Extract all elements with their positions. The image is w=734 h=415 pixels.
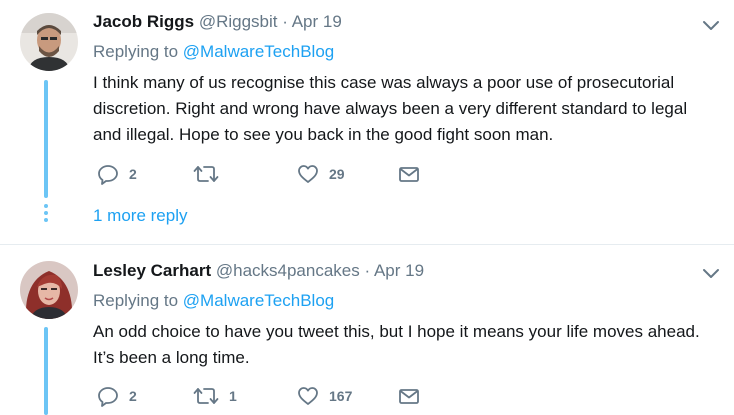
author-name[interactable]: Lesley Carhart [93, 261, 211, 280]
tweet-text-line: An odd choice to have you tweet this, bu… [93, 322, 700, 341]
tweet-date[interactable]: Apr 19 [374, 261, 424, 280]
tweet-text-line: I think many of us recognise this case w… [93, 73, 675, 92]
tweet-actions: 2 1 167 [97, 384, 437, 408]
like-button[interactable]: 167 [297, 384, 352, 408]
more-replies-link[interactable]: 1 more reply [93, 206, 187, 226]
thread-connector [44, 80, 48, 198]
tweet-text-line: It’s been a long time. [93, 348, 250, 367]
retweet-button[interactable]: 1 [193, 384, 237, 408]
avatar-image-lesley-carhart [20, 261, 78, 319]
direct-message-button[interactable] [398, 384, 420, 408]
replying-to-label: Replying to [93, 42, 179, 61]
avatar[interactable] [20, 13, 78, 71]
replying-to-link[interactable]: @MalwareTechBlog [183, 291, 334, 310]
envelope-icon [399, 389, 419, 404]
chevron-down-icon[interactable] [701, 17, 721, 33]
reply-icon [98, 165, 118, 185]
reply-button[interactable]: 2 [97, 384, 137, 408]
like-button[interactable]: 29 [297, 162, 345, 186]
avatar-image-jacob-riggs [20, 13, 78, 71]
replying-to: Replying to @MalwareTechBlog [93, 42, 334, 62]
tweet-text-line: and illegal. Hope to see you back in the… [93, 125, 554, 144]
tweet-jacob-riggs[interactable]: Jacob Riggs @Riggsbit · Apr 19 Replying … [0, 0, 734, 244]
heart-icon [298, 165, 318, 183]
replying-to-label: Replying to [93, 291, 179, 310]
tweet-header: Jacob Riggs @Riggsbit · Apr 19 [93, 12, 342, 32]
replying-to: Replying to @MalwareTechBlog [93, 291, 334, 311]
separator: · [282, 12, 288, 31]
thread-dots [44, 204, 48, 225]
like-count: 167 [329, 388, 353, 404]
tweet-header: Lesley Carhart @hacks4pancakes · Apr 19 [93, 261, 424, 281]
thread-connector [44, 327, 48, 415]
retweet-icon [193, 388, 219, 404]
reply-count: 2 [129, 388, 137, 404]
retweet-icon [193, 166, 219, 182]
tweet-date[interactable]: Apr 19 [292, 12, 342, 31]
tweet-text-line: discretion. Right and wrong have always … [93, 99, 688, 118]
separator: · [364, 261, 371, 280]
author-handle[interactable]: @hacks4pancakes [216, 261, 360, 280]
like-count: 29 [329, 166, 345, 182]
reply-count: 2 [129, 166, 137, 182]
replying-to-link[interactable]: @MalwareTechBlog [183, 42, 334, 61]
retweet-button[interactable] [193, 162, 229, 186]
retweet-count: 1 [229, 388, 237, 404]
tweet-lesley-carhart[interactable]: Lesley Carhart @hacks4pancakes · Apr 19 … [0, 245, 734, 415]
tweet-text: An odd choice to have you tweet this, bu… [93, 319, 723, 371]
tweet-text: I think many of us recognise this case w… [93, 70, 723, 148]
tweet-actions: 2 29 [97, 162, 437, 186]
direct-message-button[interactable] [398, 162, 420, 186]
author-handle[interactable]: @Riggsbit [199, 12, 278, 31]
avatar[interactable] [20, 261, 78, 319]
author-name[interactable]: Jacob Riggs [93, 12, 194, 31]
chevron-down-icon[interactable] [701, 265, 721, 281]
envelope-icon [399, 167, 419, 182]
reply-button[interactable]: 2 [97, 162, 137, 186]
reply-icon [98, 387, 118, 407]
heart-icon [298, 387, 318, 405]
